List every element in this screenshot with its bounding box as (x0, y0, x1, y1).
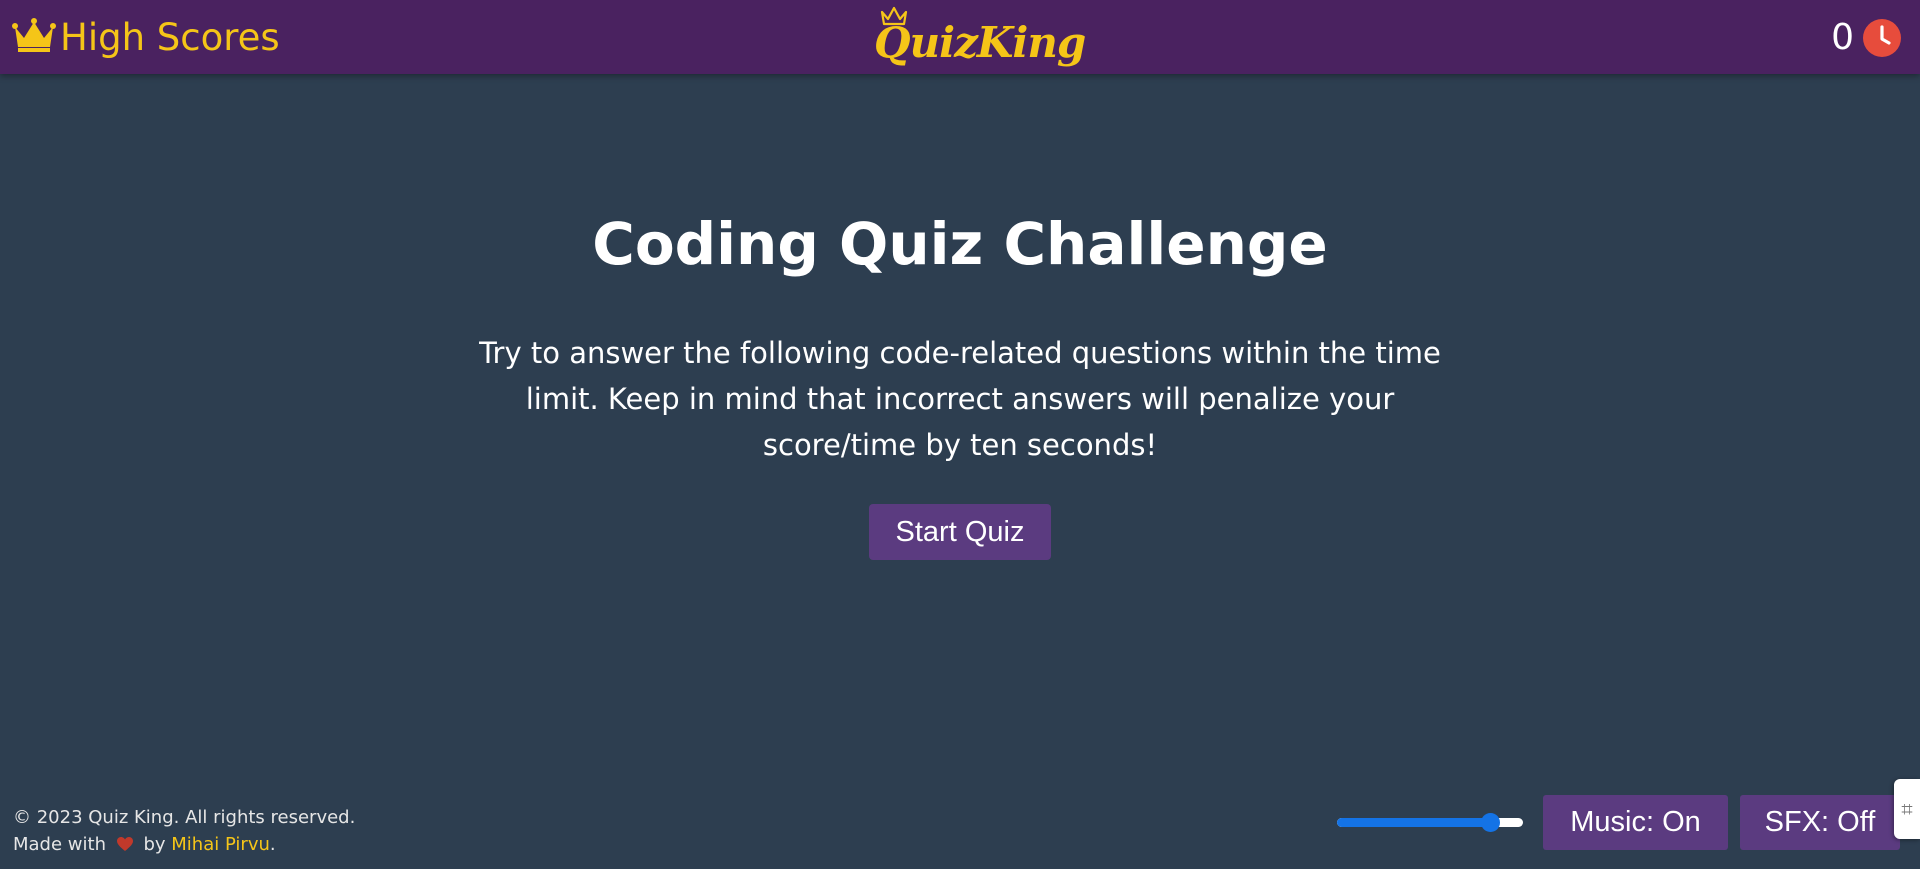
heart-icon (116, 837, 133, 851)
start-quiz-button[interactable]: Start Quiz (869, 504, 1051, 560)
logo-text: QuizKing (874, 18, 1086, 67)
side-panel-handle[interactable]: ⌗ (1894, 779, 1920, 839)
by-label: by (143, 834, 166, 855)
clock-icon (1862, 18, 1902, 58)
made-with-label: Made with (13, 834, 106, 855)
made-with-line: Made with by Mihai Pirvu. (13, 831, 355, 858)
volume-slider[interactable] (1337, 812, 1523, 832)
drag-handle-icon: ⌗ (1901, 797, 1913, 821)
volume-thumb[interactable] (1481, 813, 1500, 832)
quiz-description: Try to answer the following code-related… (479, 336, 1441, 462)
high-scores-label[interactable]: High Scores (60, 14, 280, 62)
music-toggle-button[interactable]: Music: On (1543, 795, 1728, 850)
sfx-toggle-button[interactable]: SFX: Off (1740, 795, 1900, 850)
author-link[interactable]: Mihai Pirvu (171, 834, 270, 855)
quizking-logo: QuizKing (872, 4, 1086, 70)
copyright-text: © 2023 Quiz King. All rights reserved. (13, 807, 356, 828)
timer-value: 0 (1831, 17, 1854, 58)
footer: © 2023 Quiz King. All rights reserved. M… (13, 804, 355, 858)
crown-icon (12, 18, 56, 58)
volume-fill (1337, 818, 1491, 827)
page-title: Coding Quiz Challenge (592, 210, 1328, 278)
high-scores-link[interactable]: High Scores (12, 14, 280, 62)
footer-period: . (269, 834, 276, 855)
top-navbar: High Scores QuizKing 0 (0, 0, 1920, 74)
timer: 0 (1831, 18, 1902, 58)
